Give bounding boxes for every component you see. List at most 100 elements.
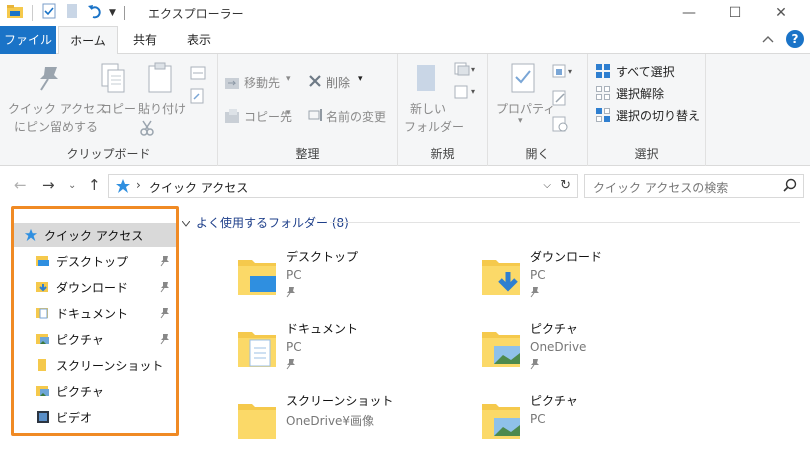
help-icon[interactable]: ? [786,30,804,48]
rename-button[interactable]: 名前の変更 [326,108,386,125]
select-none-icon[interactable] [596,86,610,103]
open-group: プロパティ ▾ ▾ 開く [488,54,588,166]
nav-item-pictures-2[interactable]: ピクチャ [14,379,176,403]
downloads-folder-icon [36,280,50,294]
nav-item-videos[interactable]: ビデオ [14,405,176,429]
up-arrow-icon[interactable]: ↑ [88,176,101,194]
folder-tile-pictures-pc[interactable]: ピクチャ PC [480,392,720,450]
breadcrumb-separator-icon[interactable]: › [136,178,141,192]
nav-item-desktop[interactable]: デスクトップ [14,249,176,273]
collapse-ribbon-icon[interactable] [762,32,774,46]
folder-name: ピクチャ [530,322,578,336]
folder-tile-downloads[interactable]: ダウンロード PC [480,248,720,312]
copy-to-icon[interactable] [224,108,240,127]
move-to-icon[interactable] [224,74,240,93]
edit-icon[interactable] [552,90,568,109]
new-folder-label-2[interactable]: フォルダー [404,118,464,135]
nav-item-label: ドキュメント [56,306,129,321]
explorer-folder-icon[interactable] [6,3,24,22]
minimize-button[interactable]: — [666,0,712,26]
easy-access-icon[interactable]: ▾ [454,84,476,103]
delete-dropdown-icon[interactable]: ▾ [358,74,363,84]
delete-icon[interactable] [308,74,322,91]
copy-icon[interactable] [100,62,126,97]
nav-item-downloads[interactable]: ダウンロード [14,275,176,299]
undo-icon[interactable] [87,3,103,22]
folder-tile-desktop[interactable]: デスクトップ PC [236,248,476,312]
new-folder-quick-icon[interactable] [65,3,79,22]
chevron-down-icon[interactable] [181,216,191,230]
videos-folder-icon [36,410,50,424]
nav-item-pictures[interactable]: ピクチャ [14,327,176,351]
quick-access-star-icon [24,228,38,242]
select-group: すべて選択 選択解除 選択の切り替え 選択 [588,54,706,166]
select-all-icon[interactable] [596,64,610,81]
pin-icon[interactable] [160,307,170,322]
invert-selection-icon[interactable] [596,108,610,125]
paste-button-label[interactable]: 貼り付け [138,100,186,117]
frequent-folders-header[interactable]: よく使用するフォルダー (8) [181,214,349,231]
move-to-dropdown-icon[interactable]: ▾ [286,74,291,84]
cut-icon[interactable] [140,120,154,139]
pin-icon[interactable] [160,281,170,296]
tab-home[interactable]: ホーム [58,26,118,55]
address-bar[interactable]: › クイック アクセス ⌵ ↻ [108,174,578,198]
folder-tile-documents[interactable]: ドキュメント PC [236,320,476,384]
folder-name: ダウンロード [530,250,603,264]
select-none-button[interactable]: 選択解除 [616,85,664,102]
tab-file[interactable]: ファイル [0,26,56,54]
nav-item-documents[interactable]: ドキュメント [14,301,176,325]
copy-to-dropdown-icon[interactable]: ▾ [286,108,291,118]
copy-to-button[interactable]: コピー先 [244,108,292,125]
address-row: ← → ⌄ ↑ › クイック アクセス ⌵ ↻ クイック アクセスの検索 [0,170,810,202]
paste-icon[interactable] [146,62,174,97]
organize-group: 移動先 ▾ 削除 ▾ コピー先 ▾ 名前の変更 整理 [218,54,398,166]
pin-quick-access-label-2[interactable]: にピン留めする [14,118,98,135]
copy-path-icon[interactable] [190,66,206,83]
new-item-icon[interactable]: ▾ [454,62,476,79]
pin-quick-access-label-1[interactable]: クイック アクセス [8,100,107,117]
new-folder-icon[interactable] [414,62,438,95]
address-dropdown-icon[interactable]: ⌵ [543,180,551,191]
select-group-label: 選択 [634,147,659,161]
tab-share[interactable]: 共有 [122,26,168,54]
invert-selection-button[interactable]: 選択の切り替え [616,107,700,124]
refresh-icon[interactable]: ↻ [560,178,571,193]
properties-icon[interactable] [510,62,536,97]
pin-quick-access-icon[interactable] [36,64,62,95]
paste-shortcut-icon[interactable] [190,88,204,107]
forward-arrow-icon[interactable]: → [42,176,55,194]
copy-button-label[interactable]: コピー [100,100,136,117]
new-folder-label-1[interactable]: 新しい [410,100,446,117]
ribbon-help-area: ? [762,30,804,48]
back-arrow-icon[interactable]: ← [14,176,27,194]
folder-tile-screenshots[interactable]: スクリーンショット OneDrive¥画像 [236,392,476,450]
rename-icon[interactable] [308,108,324,125]
select-all-button[interactable]: すべて選択 [616,63,675,80]
pin-icon[interactable] [160,255,170,270]
properties-dropdown-icon[interactable]: ▾ [518,116,523,126]
tab-view[interactable]: 表示 [176,26,222,54]
folder-icon [36,358,50,372]
search-icon[interactable] [783,178,797,195]
properties-button-label[interactable]: プロパティ [496,100,555,117]
history-icon[interactable] [552,116,568,135]
ribbon-tab-bar: ファイル ホーム 共有 表示 ? [0,26,810,55]
pin-icon [530,286,540,301]
recent-locations-dropdown-icon[interactable]: ⌄ [68,180,76,191]
open-icon[interactable]: ▾ [552,64,574,81]
maximize-button[interactable]: ☐ [712,0,758,26]
address-path[interactable]: クイック アクセス [149,179,248,196]
nav-item-screenshots[interactable]: スクリーンショット [14,353,176,377]
nav-item-label: ダウンロード [56,280,129,295]
pin-icon[interactable] [160,333,170,348]
delete-button[interactable]: 削除 [326,74,350,91]
folder-tile-pictures-onedrive[interactable]: ピクチャ OneDrive [480,320,720,384]
move-to-button[interactable]: 移動先 [244,74,280,91]
section-title: よく使用するフォルダー (8) [196,216,349,230]
search-input[interactable]: クイック アクセスの検索 [584,174,804,198]
properties-quick-icon[interactable] [41,3,57,22]
customize-toolbar-dropdown-icon[interactable]: ▼ [109,8,116,18]
close-button[interactable]: ✕ [758,0,804,26]
nav-item-quick-access[interactable]: クイック アクセス [14,223,176,247]
